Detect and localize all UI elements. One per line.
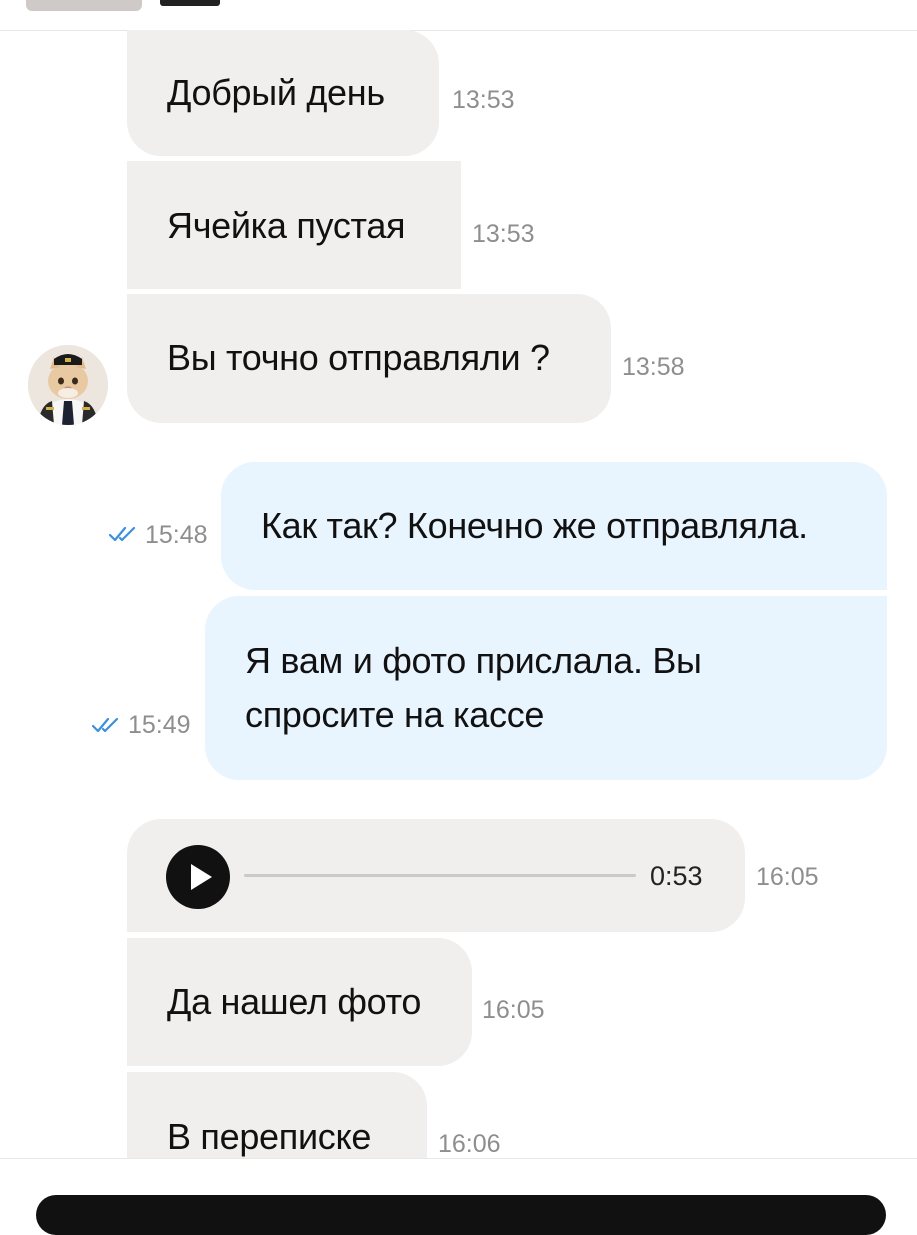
play-button[interactable] bbox=[166, 845, 230, 909]
header-title bbox=[160, 0, 220, 6]
contact-avatar[interactable] bbox=[28, 345, 108, 425]
message-time: 13:58 bbox=[622, 353, 685, 381]
message-time: 13:53 bbox=[472, 220, 535, 248]
message-bubble-outgoing[interactable]: Я вам и фото прислала. Вы спросите на ка… bbox=[205, 596, 887, 780]
message-text-line-1: Я вам и фото прислала. Вы bbox=[245, 640, 702, 681]
message-bubble-incoming[interactable]: Добрый день bbox=[127, 30, 439, 156]
voice-duration: 0:53 bbox=[650, 861, 703, 891]
message-time: 16:05 bbox=[756, 863, 819, 891]
message-bubble-outgoing[interactable]: Как так? Конечно же отправляла. bbox=[221, 462, 887, 590]
message-bubble-incoming[interactable]: Ячейка пустая bbox=[127, 161, 461, 289]
double-check-icon bbox=[108, 526, 136, 542]
message-bubble-incoming[interactable]: Вы точно отправляли ? bbox=[127, 294, 611, 423]
message-time: 16:05 bbox=[482, 996, 545, 1024]
message-text: Ячейка пустая bbox=[167, 205, 406, 246]
chat-header bbox=[0, 0, 917, 31]
cat-pilot-avatar-icon bbox=[28, 345, 108, 425]
message-text: В переписке bbox=[167, 1116, 372, 1157]
message-text: Да нашел фото bbox=[167, 981, 422, 1022]
header-thumbnail[interactable] bbox=[26, 0, 142, 11]
voice-progress-track[interactable] bbox=[244, 874, 636, 877]
message-time: 13:53 bbox=[452, 86, 515, 114]
message-time: 15:48 bbox=[145, 521, 208, 549]
message-bubble-incoming[interactable]: Да нашел фото bbox=[127, 938, 472, 1066]
message-text: Добрый день bbox=[167, 72, 385, 113]
message-time: 15:49 bbox=[128, 711, 191, 739]
play-icon bbox=[191, 864, 212, 890]
message-text: Вы точно отправляли ? bbox=[167, 337, 550, 378]
message-time: 16:06 bbox=[438, 1130, 501, 1158]
double-check-icon bbox=[91, 717, 119, 733]
message-text-line-2: спросите на кассе bbox=[245, 694, 545, 735]
message-input[interactable] bbox=[36, 1195, 886, 1235]
message-text: Как так? Конечно же отправляла. bbox=[261, 505, 808, 546]
